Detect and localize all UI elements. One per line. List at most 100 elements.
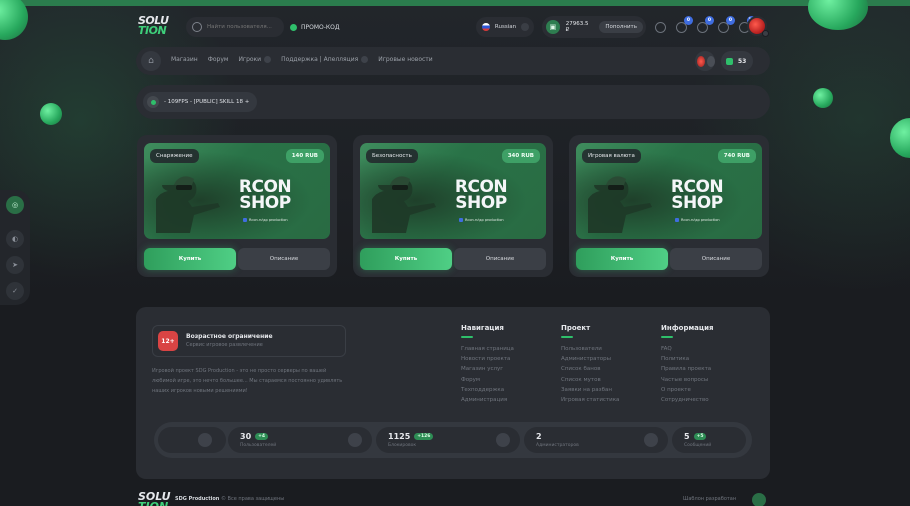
column-underline — [661, 336, 673, 338]
footer-link[interactable]: О проекте — [661, 385, 751, 395]
chevron-down-icon — [361, 56, 369, 63]
footer-link[interactable]: Список мутов — [561, 375, 651, 385]
avatar-icon — [697, 55, 705, 67]
users-icon — [348, 433, 362, 447]
product-category: Игровая валюта — [582, 149, 641, 163]
project-about: Игровой проект SDG Production - это не п… — [152, 368, 343, 394]
nav-item-forum[interactable]: Форум — [208, 56, 229, 63]
vk-icon — [675, 218, 679, 222]
stat-users: 30 +4 Пользователей — [228, 427, 372, 453]
search-input[interactable] — [207, 24, 277, 30]
footer-link[interactable]: Сотрудничество — [661, 395, 751, 405]
footer-link[interactable]: Правила проекта — [661, 364, 751, 374]
footer-link[interactable]: Игровая статистика — [561, 395, 651, 405]
buy-button[interactable]: Купить — [360, 248, 452, 270]
product-made-by: Rcon.ru\sp production — [243, 218, 288, 222]
nav-item-news[interactable]: Игровые новости — [378, 56, 433, 63]
product-category: Снаряжение — [150, 149, 199, 163]
footer-link[interactable]: Новости проекта — [461, 354, 551, 364]
server-icon — [198, 433, 212, 447]
promo-code-button[interactable]: ПРОМО-КОД — [290, 20, 340, 34]
product-image[interactable]: Безопасность 340 RUB RCON SHOP Rcon.ru\s… — [360, 143, 546, 239]
support-icon[interactable]: ◎ — [6, 196, 24, 214]
footer-link[interactable]: Заявки на разбан — [561, 385, 651, 395]
decor-orb — [40, 103, 62, 125]
shield-icon — [644, 433, 658, 447]
home-icon[interactable]: ⌂ — [141, 51, 161, 71]
column-title: Информация — [661, 324, 714, 332]
product-price: 740 RUB — [717, 149, 756, 163]
product-category: Безопасность — [366, 149, 418, 163]
user-search[interactable] — [186, 17, 284, 37]
footer-link[interactable]: Администраторы — [561, 354, 651, 364]
decor-orb — [813, 88, 833, 108]
cart-icon[interactable]: 0 — [697, 15, 714, 33]
gift-icon[interactable]: 0 — [718, 15, 735, 33]
footer-link[interactable]: Администрация — [461, 395, 551, 405]
product-price: 140 RUB — [285, 149, 324, 163]
footer-link[interactable]: Политика — [661, 354, 751, 364]
product-title-line-2: SHOP — [455, 193, 507, 213]
buy-button[interactable]: Купить — [576, 248, 668, 270]
notification-badge: 0 — [684, 15, 693, 25]
nav-item-players[interactable]: Игроки — [238, 56, 272, 63]
column-underline — [461, 336, 473, 338]
online-counter: 53 — [721, 51, 753, 71]
footer-link[interactable]: Форум — [461, 375, 551, 385]
promo-label: ПРОМО-КОД — [301, 23, 340, 31]
footer-link[interactable]: Список банов — [561, 364, 651, 374]
search-icon — [192, 22, 202, 32]
copyright-brand: SDG Production — [175, 496, 220, 502]
product-made-by-text: Rcon.ru\sp production — [249, 218, 288, 222]
online-avatars[interactable] — [695, 51, 715, 71]
balance-widget: ▣ 27963.5 ₽ Пополнить — [542, 16, 646, 38]
language-label: Russian — [494, 24, 517, 30]
online-icon — [726, 57, 733, 65]
discord-icon[interactable]: ◐ — [6, 230, 24, 248]
footer-link[interactable]: FAQ — [661, 344, 751, 354]
description-button[interactable]: Описание — [238, 248, 330, 270]
stat-delta: +126 — [414, 433, 434, 440]
footer-logo[interactable]: SOLU TION — [138, 491, 171, 506]
soldier-illustration-icon — [588, 176, 652, 233]
server-name: - 109FPS - [PUBLIC] SKILL 18 + — [164, 99, 250, 105]
soldier-illustration-icon — [156, 176, 220, 233]
description-button[interactable]: Описание — [454, 248, 546, 270]
online-count: 53 — [738, 57, 747, 65]
stat-label: Пользователей — [240, 443, 277, 448]
developer-icon[interactable] — [752, 493, 766, 506]
product-made-by: Rcon.ru\sp production — [459, 218, 504, 222]
vk-icon — [243, 218, 247, 222]
stat-value: 5 — [684, 432, 690, 441]
nav-item-support[interactable]: Поддержка | Апелляция — [281, 56, 369, 63]
vk-icon[interactable]: ✓ — [6, 282, 24, 300]
server-selector[interactable]: - 109FPS - [PUBLIC] SKILL 18 + — [143, 92, 258, 112]
description-button[interactable]: Описание — [670, 248, 762, 270]
logo-bottom: TION — [138, 24, 167, 37]
stat-delta: +4 — [255, 433, 269, 440]
product-image[interactable]: Снаряжение 140 RUB RCON SHOP Rcon.ru\sp … — [144, 143, 330, 239]
telegram-icon[interactable]: ➤ — [6, 256, 24, 274]
product-title: RCON SHOP — [232, 179, 298, 212]
chat-icon[interactable] — [655, 21, 666, 33]
bell-icon[interactable]: 0 — [676, 15, 693, 33]
buy-button[interactable]: Купить — [144, 248, 236, 270]
template-credit[interactable]: Шаблон разработан — [683, 496, 736, 502]
product-image[interactable]: Игровая валюта 740 RUB RCON SHOP Rcon.ru… — [576, 143, 762, 239]
stat-label: Администраторов — [536, 443, 579, 448]
footer-column-info: Информация FAQ Политика Правила проекта … — [661, 324, 751, 405]
footer-link[interactable]: Частые вопросы — [661, 375, 751, 385]
product-title: RCON SHOP — [664, 179, 730, 212]
footer-link[interactable]: Техподдержка — [461, 385, 551, 395]
header-icons: 0 0 0 14 — [655, 15, 756, 35]
nav-item-shop[interactable]: Магазин — [171, 56, 198, 63]
footer-link[interactable]: Главная страница — [461, 344, 551, 354]
site-logo[interactable]: SOLU TION — [138, 15, 180, 38]
footer-link[interactable]: Магазин услуг — [461, 364, 551, 374]
language-selector[interactable]: Russian — [476, 17, 534, 37]
avatar-menu-indicator[interactable] — [762, 30, 769, 37]
topup-button[interactable]: Пополнить — [599, 21, 643, 33]
footer-link[interactable]: Пользователи — [561, 344, 651, 354]
product-made-by-text: Rcon.ru\sp production — [681, 218, 720, 222]
wallet-icon: ▣ — [546, 20, 560, 34]
